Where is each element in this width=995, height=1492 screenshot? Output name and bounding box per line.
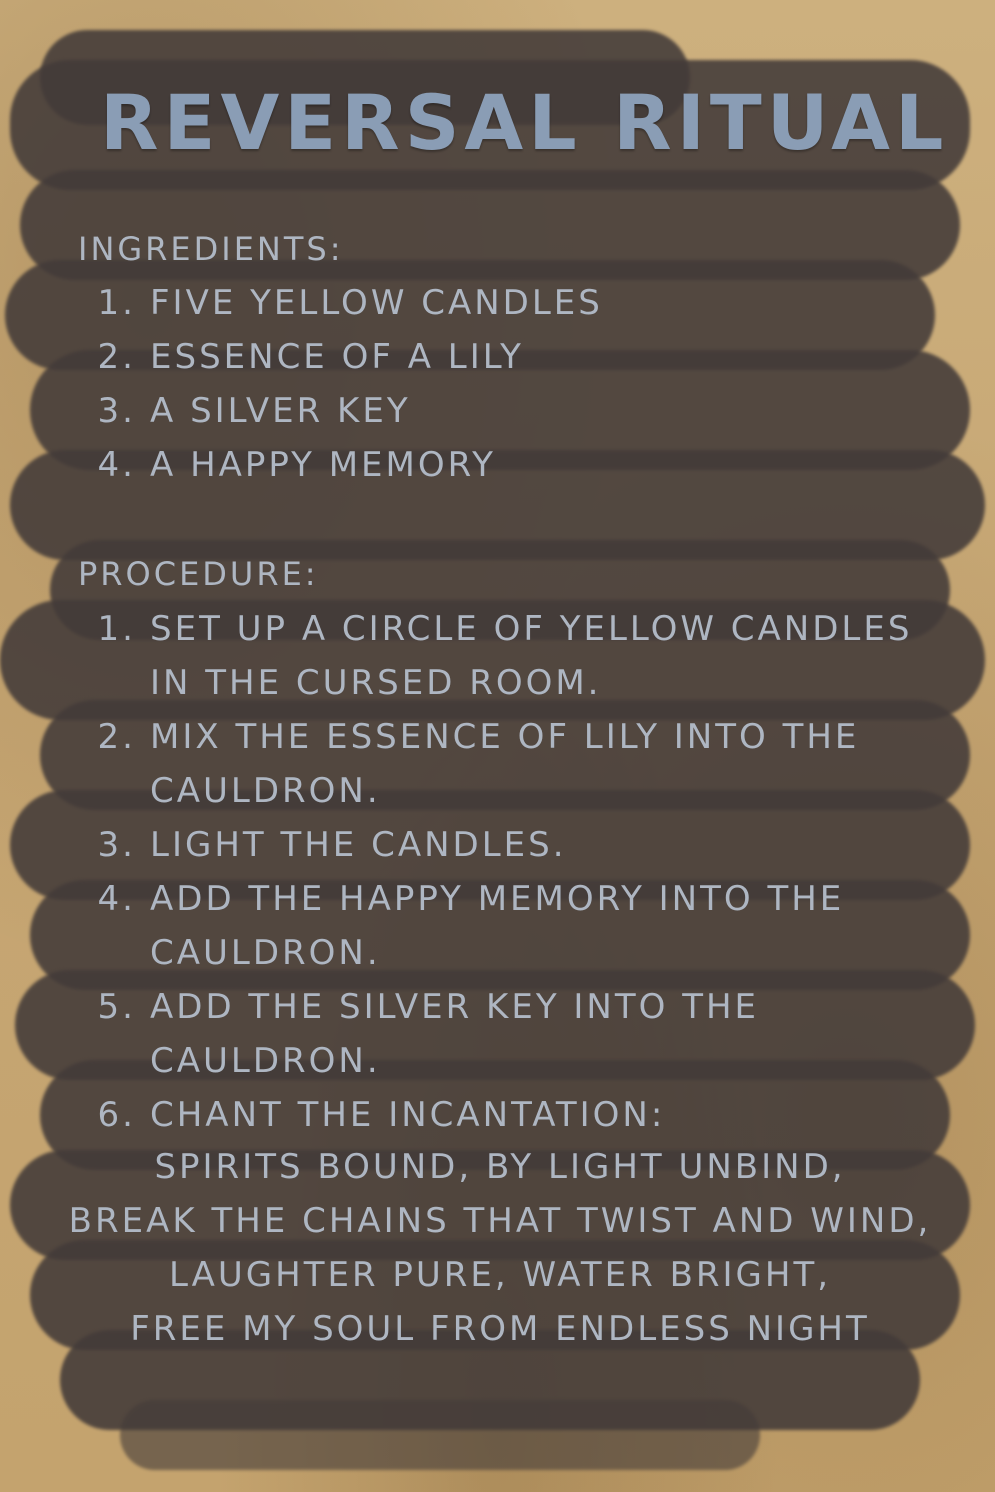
item-number: 4. <box>97 445 136 485</box>
list-item: 5. Add the Silver Key into the cauldron. <box>90 980 950 1088</box>
list-item: 4. A happy memory <box>90 438 950 492</box>
item-text: Essence of a Lily <box>150 337 524 377</box>
list-item: 6. Chant the incantation: <box>90 1088 950 1142</box>
list-item: 2. Essence of a Lily <box>90 330 950 384</box>
incantation-line: Break the chains that twist and wind, <box>68 1201 932 1241</box>
list-item: 1. Five Yellow Candles <box>90 276 950 330</box>
incantation-line: Spirits bound, by light unbind, <box>154 1147 846 1187</box>
incantation-line: Laughter pure, water bright, <box>168 1255 832 1295</box>
step-text: Mix the Essence of Lily into the cauldro… <box>150 717 860 811</box>
item-number: 3. <box>97 391 136 431</box>
step-text: Light the candles. <box>150 825 567 865</box>
list-item: 2. Mix the Essence of Lily into the caul… <box>90 710 950 818</box>
ritual-page: Reversal Ritual Ingredients: 1. Five Yel… <box>0 0 995 1492</box>
step-number: 5. <box>97 987 136 1027</box>
list-item: 3. Light the candles. <box>90 818 950 872</box>
procedure-list: 1. Set up a circle of yellow candles in … <box>90 602 950 1142</box>
list-item: 3. A Silver Key <box>90 384 950 438</box>
item-text: A Silver Key <box>150 391 411 431</box>
step-number: 1. <box>97 609 136 649</box>
incantation: Spirits bound, by light unbind, Break th… <box>60 1140 940 1356</box>
page-title: Reversal Ritual <box>100 78 949 167</box>
step-text: Chant the incantation: <box>150 1095 666 1135</box>
list-item: 4. Add the happy memory into the cauldro… <box>90 872 950 980</box>
item-number: 2. <box>97 337 136 377</box>
item-text: Five Yellow Candles <box>150 283 603 323</box>
step-text: Add the happy memory into the cauldron. <box>150 879 845 973</box>
ingredients-heading: Ingredients: <box>78 230 344 268</box>
step-number: 2. <box>97 717 136 757</box>
list-item: 1. Set up a circle of yellow candles in … <box>90 602 950 710</box>
step-number: 3. <box>97 825 136 865</box>
incantation-line: Free my soul from endless night <box>130 1309 870 1349</box>
step-text: Add the Silver Key into the cauldron. <box>150 987 760 1081</box>
step-number: 6. <box>97 1095 136 1135</box>
step-number: 4. <box>97 879 136 919</box>
procedure-heading: Procedure: <box>78 555 319 593</box>
ingredients-list: 1. Five Yellow Candles 2. Essence of a L… <box>90 276 950 492</box>
step-text: Set up a circle of yellow candles in the… <box>150 609 913 703</box>
item-number: 1. <box>97 283 136 323</box>
item-text: A happy memory <box>150 445 496 485</box>
